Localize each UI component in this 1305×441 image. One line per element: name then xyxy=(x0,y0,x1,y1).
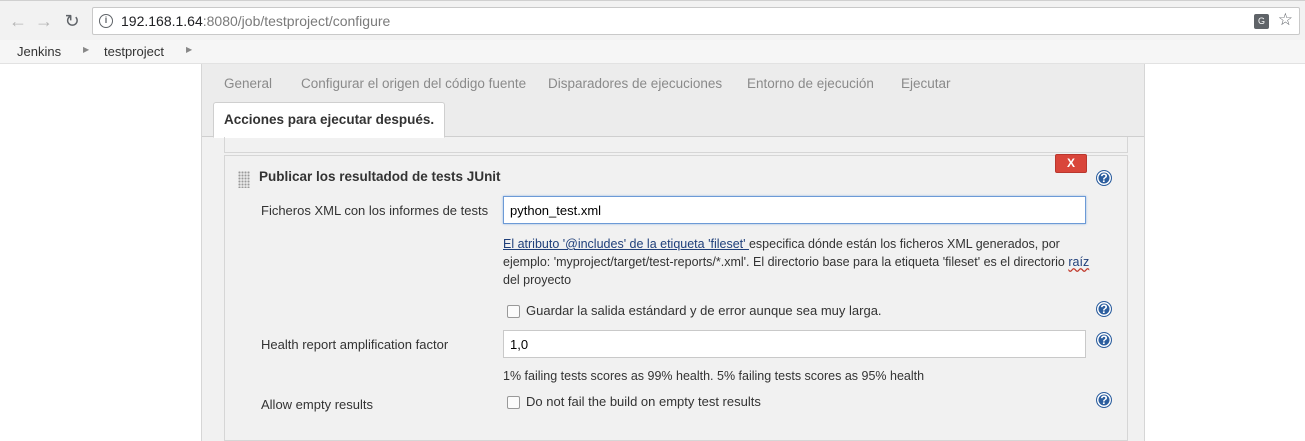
drag-handle-icon[interactable] xyxy=(238,171,250,188)
xml-help-text-end: del proyecto xyxy=(503,273,572,287)
help-icon[interactable]: ? xyxy=(1096,392,1112,408)
xml-files-input[interactable]: python_test.xml xyxy=(503,196,1086,224)
help-icon[interactable]: ? xyxy=(1096,170,1112,186)
tab-source-code[interactable]: Configurar el origen del código fuente xyxy=(301,76,526,91)
config-panel: General Configurar el origen del código … xyxy=(201,64,1145,441)
xml-files-label: Ficheros XML con los informes de tests xyxy=(261,203,489,218)
fileset-includes-link[interactable]: El atributo '@includes' de la etiqueta '… xyxy=(503,237,749,251)
info-icon[interactable]: i xyxy=(99,14,113,28)
help-icon[interactable]: ? xyxy=(1096,332,1112,348)
tab-build-environment[interactable]: Entorno de ejecución xyxy=(747,76,874,91)
keep-long-stdio-label[interactable]: Guardar la salida estándard y de error a… xyxy=(526,303,882,318)
address-bar[interactable]: i 192.168.1.64:8080/job/testproject/conf… xyxy=(92,7,1300,35)
xml-files-value: python_test.xml xyxy=(510,203,602,218)
tab-general[interactable]: General xyxy=(224,76,272,91)
previous-section-bottom xyxy=(224,137,1128,153)
keep-long-stdio-checkbox[interactable] xyxy=(507,305,520,318)
browser-toolbar: ← → ↻ i 192.168.1.64:8080/job/testprojec… xyxy=(0,0,1305,40)
help-icon[interactable]: ? xyxy=(1096,301,1112,317)
url-text: 192.168.1.64:8080/job/testproject/config… xyxy=(121,13,390,29)
health-factor-value: 1,0 xyxy=(510,337,529,352)
allow-empty-checkbox[interactable] xyxy=(507,396,520,409)
tab-build-triggers[interactable]: Disparadores de ejecuciones xyxy=(548,76,722,91)
reload-icon[interactable]: ↻ xyxy=(62,11,82,31)
breadcrumb-separator-icon[interactable]: ▶ xyxy=(186,45,192,54)
junit-publisher-section: Publicar los resultadod de tests JUnit X… xyxy=(224,154,1128,441)
allow-empty-label: Allow empty results xyxy=(261,397,373,412)
health-factor-help: 1% failing tests scores as 99% health. 5… xyxy=(503,369,925,383)
root-directory-link[interactable]: raíz xyxy=(1068,255,1089,269)
breadcrumb-separator-icon[interactable]: ▶ xyxy=(83,45,89,54)
xml-files-help: El atributo '@includes' de la etiqueta '… xyxy=(503,235,1093,289)
url-host: 192.168.1.64 xyxy=(121,13,203,29)
tab-build[interactable]: Ejecutar xyxy=(901,76,951,91)
breadcrumb: Jenkins ▶ testproject ▶ xyxy=(0,40,1305,64)
breadcrumb-jenkins[interactable]: Jenkins xyxy=(17,44,61,59)
health-factor-input[interactable]: 1,0 xyxy=(503,330,1086,358)
breadcrumb-testproject[interactable]: testproject xyxy=(104,44,164,59)
health-factor-label: Health report amplification factor xyxy=(261,337,449,352)
forward-icon[interactable]: → xyxy=(34,11,54,31)
bookmark-star-icon[interactable]: ☆ xyxy=(1278,10,1293,30)
allow-empty-checkbox-label[interactable]: Do not fail the build on empty test resu… xyxy=(526,394,761,409)
url-path: :8080/job/testproject/configure xyxy=(202,13,391,29)
delete-button[interactable]: X xyxy=(1055,154,1087,173)
tab-post-build-actions[interactable]: Acciones para ejecutar después. xyxy=(213,102,446,138)
section-tabs: General Configurar el origen del código … xyxy=(202,64,1144,138)
section-title: Publicar los resultadod de tests JUnit xyxy=(259,169,501,184)
translate-icon[interactable]: G xyxy=(1254,14,1269,29)
back-icon[interactable]: ← xyxy=(8,11,28,31)
